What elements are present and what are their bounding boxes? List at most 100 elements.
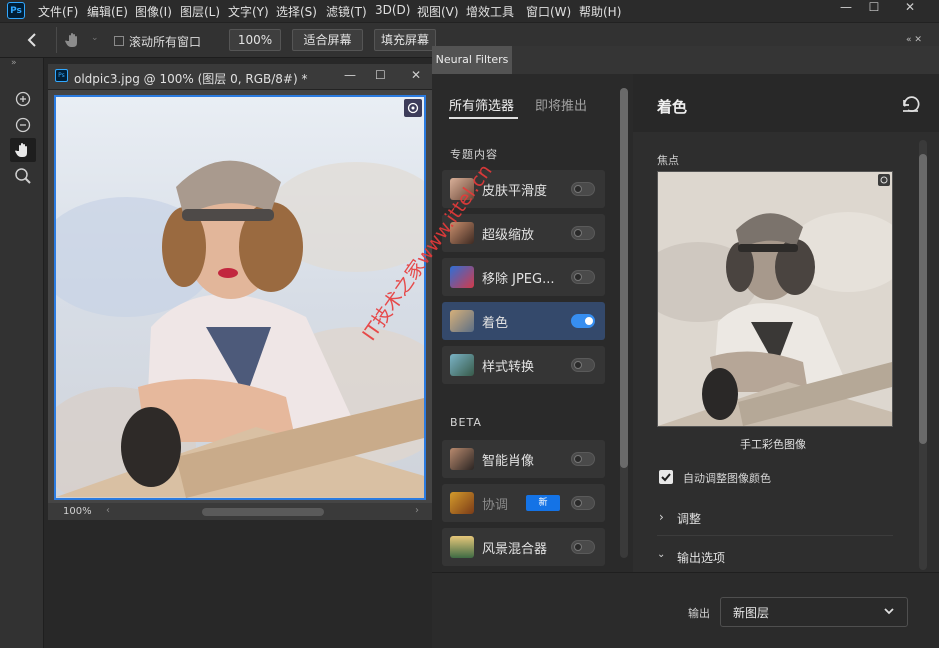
tab-coming-soon[interactable]: 即将推出 <box>535 95 587 114</box>
auto-adjust-checkbox[interactable] <box>659 470 673 484</box>
chevron-down-icon[interactable]: ⌄ <box>91 33 99 43</box>
smart-portrait-thumb-icon <box>450 448 474 470</box>
menu-type[interactable]: 文字(Y) <box>228 3 269 20</box>
hand-tool-icon[interactable] <box>64 31 82 49</box>
neural-filters-footer: 输出 新图层 <box>432 572 939 648</box>
filter-style-transfer[interactable]: 样式转换 <box>442 346 605 384</box>
detail-title: 着色 <box>657 98 688 116</box>
divider <box>657 535 893 536</box>
filter-list-panel: 所有筛选器 即将推出 专题内容 皮肤平滑度 超级缩放 移除 JPEG... 着色… <box>432 74 633 572</box>
colorize-toggle[interactable] <box>571 314 595 328</box>
photoshop-logo-icon: Ps <box>7 2 25 19</box>
skin-smoothing-thumb-icon <box>450 178 474 200</box>
skin-smoothing-toggle[interactable] <box>571 182 595 196</box>
section-featured: 专题内容 <box>450 148 498 161</box>
zoom-status: 100% <box>63 506 92 517</box>
active-tab-underline <box>449 117 518 119</box>
section-beta: BETA <box>450 416 482 429</box>
menu-select[interactable]: 选择(S) <box>276 3 317 20</box>
new-badge: 新 <box>526 495 560 511</box>
style-transfer-toggle[interactable] <box>571 358 595 372</box>
filter-detail-panel: 着色 焦点 手工彩色图像 自动调整图像颜色 › 调整 ⌄ 输出选项 <box>633 74 939 572</box>
jpeg-removal-thumb-icon <box>450 266 474 288</box>
collapse-panel-icon[interactable]: « ✕ <box>906 35 922 45</box>
filter-harmonize[interactable]: 协调 新 <box>442 484 605 522</box>
menu-view[interactable]: 视图(V) <box>417 3 459 20</box>
zoom-out-icon[interactable] <box>10 113 36 137</box>
output-label: 输出 <box>688 607 710 620</box>
menu-plugins[interactable]: 增效工具 <box>466 3 514 20</box>
output-select[interactable]: 新图层 <box>720 597 908 627</box>
menu-layer[interactable]: 图层(L) <box>180 3 220 20</box>
scroll-left-icon[interactable]: ‹ <box>106 505 110 516</box>
focus-zoom-icon[interactable] <box>878 174 890 186</box>
output-value: 新图层 <box>733 606 770 620</box>
close-button[interactable]: ✕ <box>893 0 927 16</box>
reset-icon[interactable] <box>900 95 920 113</box>
output-options-chevron-icon[interactable]: ⌄ <box>657 549 665 560</box>
fill-screen-button[interactable]: 填充屏幕 <box>374 29 436 51</box>
preview-caption: 手工彩色图像 <box>740 438 806 451</box>
menu-window[interactable]: 窗口(W) <box>526 3 571 20</box>
landscape-mixer-thumb-icon <box>450 536 474 558</box>
fit-screen-button[interactable]: 适合屏幕 <box>292 29 363 51</box>
scroll-right-icon[interactable]: › <box>415 505 419 516</box>
horizontal-scrollbar[interactable] <box>202 508 324 516</box>
focus-preview[interactable] <box>657 171 893 427</box>
chevron-down-icon <box>884 608 894 615</box>
document-window: Ps oldpic3.jpg @ 100% (图层 0, RGB/8#) * —… <box>48 64 432 520</box>
harmonize-thumb-icon <box>450 492 474 514</box>
doc-close-icon[interactable]: ✕ <box>411 68 421 82</box>
document-status-bar: 100% ‹ › <box>48 503 432 520</box>
smart-portrait-toggle[interactable] <box>571 452 595 466</box>
menu-edit[interactable]: 编辑(E) <box>87 3 128 20</box>
preview-toggle-icon[interactable] <box>404 99 422 117</box>
menu-3d[interactable]: 3D(D) <box>375 3 410 17</box>
menu-filter[interactable]: 滤镜(T) <box>326 3 367 20</box>
adjust-section[interactable]: 调整 <box>677 510 701 527</box>
tab-all-filters[interactable]: 所有筛选器 <box>449 95 514 114</box>
filter-skin-smoothing[interactable]: 皮肤平滑度 <box>442 170 605 208</box>
maximize-button[interactable]: ☐ <box>857 0 891 16</box>
super-zoom-thumb-icon <box>450 222 474 244</box>
jpeg-removal-toggle[interactable] <box>571 270 595 284</box>
tool-bar: » <box>0 58 44 648</box>
menu-help[interactable]: 帮助(H) <box>579 3 621 20</box>
zoom-value-field[interactable]: 100% <box>229 29 281 51</box>
detail-scroll-thumb[interactable] <box>919 154 927 444</box>
super-zoom-toggle[interactable] <box>571 226 595 240</box>
document-tab[interactable]: Ps oldpic3.jpg @ 100% (图层 0, RGB/8#) * —… <box>48 64 432 90</box>
style-transfer-thumb-icon <box>450 354 474 376</box>
filter-colorize[interactable]: 着色 <box>442 302 605 340</box>
menu-bar: Ps 文件(F) 编辑(E) 图像(I) 图层(L) 文字(Y) 选择(S) 滤… <box>0 0 939 22</box>
neural-filters-tab[interactable]: Neural Filters <box>432 46 512 74</box>
magnifier-icon[interactable] <box>10 164 36 188</box>
expand-toolbar-icon[interactable]: » <box>11 58 17 68</box>
ps-file-icon: Ps <box>55 69 68 82</box>
document-title: oldpic3.jpg @ 100% (图层 0, RGB/8#) * <box>74 72 308 86</box>
doc-minimize-icon[interactable]: — <box>344 68 356 82</box>
landscape-mixer-toggle[interactable] <box>571 540 595 554</box>
doc-maximize-icon[interactable]: ☐ <box>375 68 386 82</box>
colorize-thumb-icon <box>450 310 474 332</box>
bw-preview-photo <box>658 172 892 426</box>
hand-icon[interactable] <box>10 138 36 162</box>
harmonize-toggle[interactable] <box>571 496 595 510</box>
menu-image[interactable]: 图像(I) <box>135 3 172 20</box>
scroll-all-label: 滚动所有窗口 <box>129 35 202 49</box>
zoom-in-icon[interactable] <box>10 87 36 111</box>
output-options-section[interactable]: 输出选项 <box>677 549 725 566</box>
adjust-chevron-icon[interactable]: › <box>659 510 664 524</box>
focus-label: 焦点 <box>657 154 679 167</box>
menu-file[interactable]: 文件(F) <box>38 3 78 20</box>
filter-jpeg-removal[interactable]: 移除 JPEG... <box>442 258 605 296</box>
scroll-all-checkbox[interactable] <box>114 36 124 46</box>
filter-list-scroll-thumb[interactable] <box>620 88 628 468</box>
divider <box>56 27 57 53</box>
document-canvas[interactable] <box>54 95 426 500</box>
auto-adjust-label: 自动调整图像颜色 <box>683 472 771 485</box>
filter-super-zoom[interactable]: 超级缩放 <box>442 214 605 252</box>
filter-smart-portrait[interactable]: 智能肖像 <box>442 440 605 478</box>
back-arrow-icon[interactable] <box>24 32 40 48</box>
filter-landscape-mixer[interactable]: 风景混合器 <box>442 528 605 566</box>
